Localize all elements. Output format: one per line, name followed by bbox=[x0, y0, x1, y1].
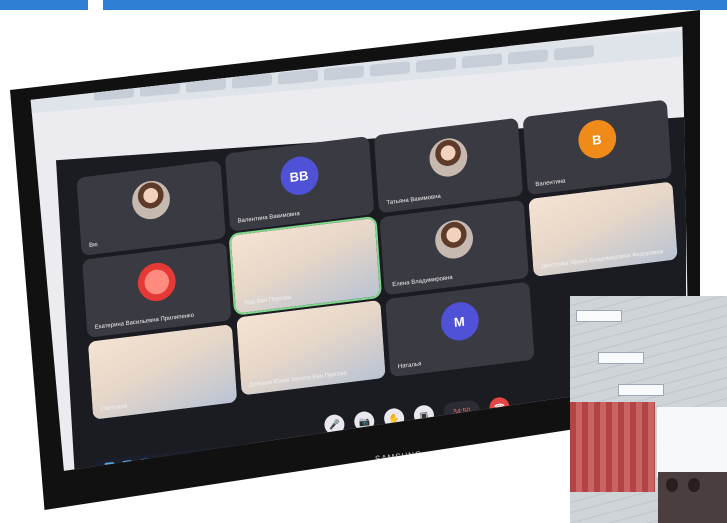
participant-avatar: В bbox=[576, 118, 617, 161]
participant-name: Елена Владимировна bbox=[392, 274, 453, 289]
call-timer: 34:50 bbox=[442, 399, 481, 424]
browser-tab[interactable] bbox=[324, 65, 364, 81]
participant-photo bbox=[433, 218, 474, 261]
participant-tile[interactable]: М Наталья bbox=[385, 281, 535, 378]
browser-tab[interactable] bbox=[278, 69, 318, 85]
participant-tile[interactable]: Татьяна Вакимовна bbox=[373, 117, 524, 214]
hand-icon[interactable]: ✋ bbox=[383, 407, 406, 430]
browser-tab[interactable] bbox=[94, 85, 134, 101]
ceiling-lamp bbox=[598, 352, 644, 364]
monitor-brand-label: SAMSUNG bbox=[374, 449, 423, 464]
meeting-title: Групповой звонок 30 марта bbox=[314, 110, 428, 132]
camera-icon[interactable]: 📷 bbox=[353, 410, 376, 433]
participant-name: Вю bbox=[88, 241, 98, 249]
ceiling-lamp bbox=[576, 310, 622, 322]
room-photo-inset bbox=[570, 296, 727, 523]
participant-avatar: ВВ bbox=[278, 154, 320, 198]
participant-tile[interactable]: Донская Юлия Залите Ван Пургова bbox=[236, 299, 386, 396]
participant-tile[interactable]: Вю bbox=[76, 160, 226, 256]
taskbar-app-icon[interactable] bbox=[193, 452, 205, 464]
browser-tab[interactable] bbox=[140, 81, 180, 97]
microphone-icon[interactable]: 🎤 bbox=[323, 413, 346, 436]
participant-name: Татьяна Вакимовна bbox=[386, 193, 441, 207]
browser-tab[interactable] bbox=[554, 45, 594, 61]
start-icon[interactable] bbox=[104, 461, 116, 471]
hang-up-button[interactable]: ☎ bbox=[488, 396, 511, 419]
participant-name: Валентина bbox=[535, 178, 566, 189]
participant-tile[interactable]: ВВ Валентина Вакимовна bbox=[224, 136, 375, 232]
participant-photo bbox=[130, 179, 171, 222]
participant-tile[interactable]: Дмитрова Ирина Владимировна Федоровна bbox=[528, 181, 678, 277]
browser-tabs bbox=[30, 26, 689, 114]
browser-tab[interactable] bbox=[416, 57, 456, 73]
browser-tab[interactable] bbox=[232, 73, 272, 89]
participant-name: Наталья bbox=[397, 361, 422, 371]
taskbar-app-icon[interactable] bbox=[175, 454, 187, 466]
participant-tile[interactable]: В Валентина bbox=[522, 99, 673, 196]
participant-avatar: М bbox=[439, 300, 480, 343]
participant-tile-active[interactable]: Люд Ван Пургова bbox=[228, 215, 383, 316]
participant-tile[interactable]: Светлана bbox=[87, 324, 238, 420]
participant-name: Валентина Вакимовна bbox=[237, 211, 300, 225]
participant-name: Екатерина Васильевна Прилипенко bbox=[94, 312, 195, 331]
participant-tile[interactable]: Елена Владимировна bbox=[379, 199, 529, 296]
whiteboard bbox=[657, 407, 727, 477]
person bbox=[688, 478, 700, 492]
screen-share-icon[interactable]: ▣ bbox=[412, 404, 435, 427]
taskbar-app-icon[interactable] bbox=[158, 456, 170, 468]
taskbar-app-icon[interactable] bbox=[140, 458, 152, 470]
taskbar-app-icon[interactable] bbox=[122, 460, 134, 471]
participant-photo bbox=[136, 260, 177, 304]
browser-tab[interactable] bbox=[370, 61, 410, 77]
window-curtain bbox=[570, 402, 655, 492]
ceiling-lamp bbox=[618, 384, 664, 396]
participant-photo bbox=[427, 136, 469, 180]
person bbox=[666, 478, 678, 492]
top-bar-right bbox=[103, 0, 727, 10]
browser-tab[interactable] bbox=[508, 49, 548, 65]
browser-tab[interactable] bbox=[186, 77, 226, 93]
top-bar-left bbox=[0, 0, 88, 10]
browser-tab[interactable] bbox=[462, 53, 502, 69]
participant-tile[interactable]: Екатерина Васильевна Прилипенко bbox=[82, 242, 232, 338]
